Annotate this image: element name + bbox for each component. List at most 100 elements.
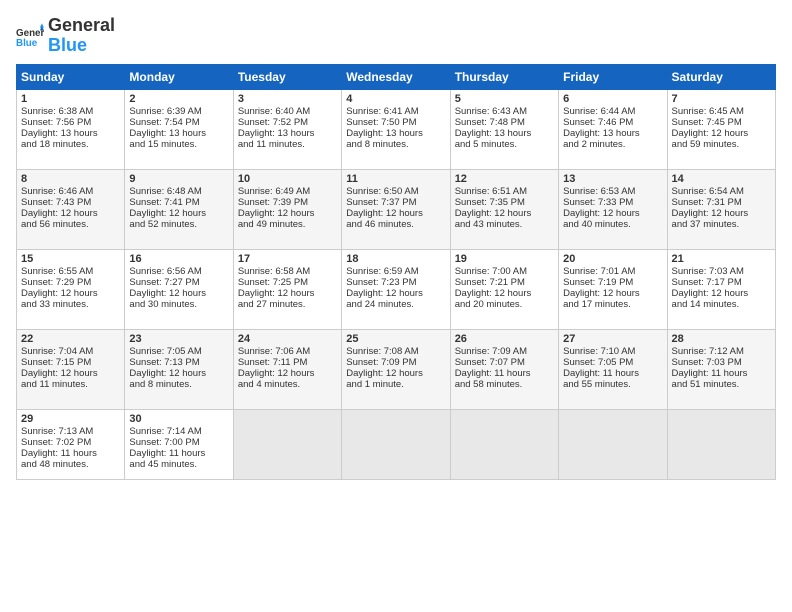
day-info: Sunset: 7:25 PM [238,277,337,288]
day-info: Daylight: 11 hours [455,368,554,379]
day-info: Sunrise: 7:13 AM [21,426,120,437]
day-info: Daylight: 12 hours [129,288,228,299]
header: General Blue GeneralBlue [16,16,776,56]
day-info: Daylight: 12 hours [129,368,228,379]
day-info: and 33 minutes. [21,299,120,310]
day-info: Sunrise: 6:59 AM [346,266,445,277]
day-info: Sunset: 7:41 PM [129,197,228,208]
day-info: and 5 minutes. [455,139,554,150]
day-number: 24 [238,333,337,345]
day-info: Daylight: 13 hours [21,128,120,139]
day-number: 25 [346,333,445,345]
day-info: and 30 minutes. [129,299,228,310]
day-info: and 56 minutes. [21,219,120,230]
day-number: 26 [455,333,554,345]
day-info: and 43 minutes. [455,219,554,230]
day-info: Sunset: 7:54 PM [129,117,228,128]
day-info: Daylight: 12 hours [238,288,337,299]
day-number: 23 [129,333,228,345]
logo-icon: General Blue [16,22,44,50]
day-info: Sunrise: 6:54 AM [672,186,771,197]
day-info: Daylight: 11 hours [672,368,771,379]
day-info: Daylight: 12 hours [238,208,337,219]
day-number: 8 [21,173,120,185]
day-info: and 4 minutes. [238,379,337,390]
day-info: Daylight: 12 hours [455,288,554,299]
day-info: Daylight: 12 hours [672,208,771,219]
day-info: Daylight: 12 hours [21,208,120,219]
day-info: Sunset: 7:07 PM [455,357,554,368]
day-info: Sunrise: 7:00 AM [455,266,554,277]
calendar-cell: 10Sunrise: 6:49 AMSunset: 7:39 PMDayligh… [233,169,341,249]
day-number: 22 [21,333,120,345]
day-info: Sunset: 7:02 PM [21,437,120,448]
calendar-cell: 18Sunrise: 6:59 AMSunset: 7:23 PMDayligh… [342,249,450,329]
day-info: and 18 minutes. [21,139,120,150]
calendar-cell: 14Sunrise: 6:54 AMSunset: 7:31 PMDayligh… [667,169,775,249]
day-info: Sunrise: 6:53 AM [563,186,662,197]
day-info: Sunrise: 6:58 AM [238,266,337,277]
day-info: Daylight: 12 hours [346,208,445,219]
calendar-cell [233,409,341,479]
day-info: and 40 minutes. [563,219,662,230]
day-info: Sunrise: 6:46 AM [21,186,120,197]
day-number: 30 [129,413,228,425]
day-info: and 58 minutes. [455,379,554,390]
day-info: and 48 minutes. [21,459,120,470]
day-number: 17 [238,253,337,265]
day-info: Daylight: 12 hours [563,208,662,219]
day-info: and 51 minutes. [672,379,771,390]
day-info: Daylight: 11 hours [129,448,228,459]
day-info: Sunset: 7:15 PM [21,357,120,368]
calendar-cell: 9Sunrise: 6:48 AMSunset: 7:41 PMDaylight… [125,169,233,249]
weekday-header-friday: Friday [559,64,667,89]
day-info: Sunrise: 6:39 AM [129,106,228,117]
day-info: Daylight: 13 hours [563,128,662,139]
day-info: Sunrise: 6:49 AM [238,186,337,197]
day-info: Sunset: 7:19 PM [563,277,662,288]
calendar-cell: 19Sunrise: 7:00 AMSunset: 7:21 PMDayligh… [450,249,558,329]
day-number: 28 [672,333,771,345]
day-number: 6 [563,93,662,105]
day-info: Sunset: 7:03 PM [672,357,771,368]
day-number: 3 [238,93,337,105]
day-info: Sunrise: 6:48 AM [129,186,228,197]
day-info: and 11 minutes. [238,139,337,150]
day-info: Sunset: 7:52 PM [238,117,337,128]
day-number: 9 [129,173,228,185]
calendar-cell: 22Sunrise: 7:04 AMSunset: 7:15 PMDayligh… [17,329,125,409]
day-info: Daylight: 12 hours [21,368,120,379]
day-info: Sunset: 7:29 PM [21,277,120,288]
day-info: Sunset: 7:37 PM [346,197,445,208]
day-info: Sunset: 7:43 PM [21,197,120,208]
day-info: Sunrise: 7:04 AM [21,346,120,357]
day-info: Daylight: 12 hours [455,208,554,219]
day-info: Daylight: 12 hours [129,208,228,219]
weekday-header-saturday: Saturday [667,64,775,89]
day-info: and 24 minutes. [346,299,445,310]
day-info: Sunset: 7:13 PM [129,357,228,368]
day-info: Daylight: 12 hours [346,368,445,379]
day-info: and 17 minutes. [563,299,662,310]
calendar-cell: 6Sunrise: 6:44 AMSunset: 7:46 PMDaylight… [559,89,667,169]
day-number: 1 [21,93,120,105]
day-info: Sunrise: 6:38 AM [21,106,120,117]
day-number: 20 [563,253,662,265]
day-info: Daylight: 12 hours [21,288,120,299]
day-info: Sunset: 7:31 PM [672,197,771,208]
day-number: 2 [129,93,228,105]
day-info: Sunrise: 6:50 AM [346,186,445,197]
weekday-header-sunday: Sunday [17,64,125,89]
day-info: Daylight: 11 hours [21,448,120,459]
day-info: and 8 minutes. [346,139,445,150]
day-number: 7 [672,93,771,105]
calendar-cell: 30Sunrise: 7:14 AMSunset: 7:00 PMDayligh… [125,409,233,479]
day-info: Sunrise: 6:56 AM [129,266,228,277]
day-info: Sunset: 7:46 PM [563,117,662,128]
day-info: and 37 minutes. [672,219,771,230]
day-number: 14 [672,173,771,185]
day-info: Sunset: 7:09 PM [346,357,445,368]
day-info: Daylight: 12 hours [346,288,445,299]
calendar-cell: 23Sunrise: 7:05 AMSunset: 7:13 PMDayligh… [125,329,233,409]
day-info: Sunset: 7:48 PM [455,117,554,128]
